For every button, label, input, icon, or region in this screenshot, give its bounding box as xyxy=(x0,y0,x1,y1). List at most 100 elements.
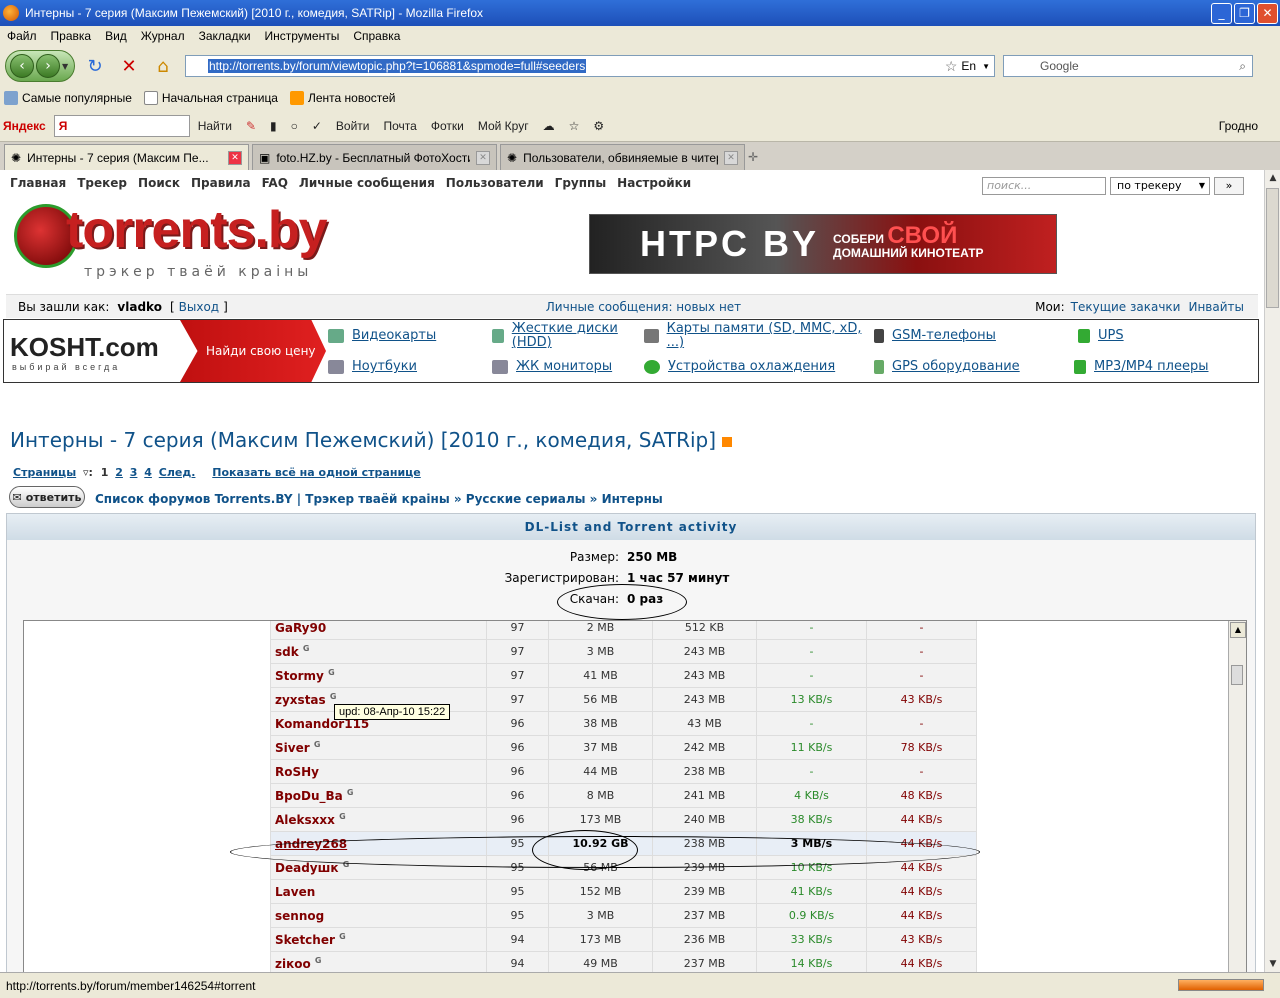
ad-link-cooling[interactable]: Устройства охлаждения xyxy=(644,359,835,374)
nav-users[interactable]: Пользователи xyxy=(446,176,544,190)
forward-icon[interactable]: › xyxy=(36,54,60,78)
ad-link-videocards[interactable]: Видеокарты xyxy=(328,328,436,343)
page-link[interactable]: 2 xyxy=(115,466,123,479)
seeder-name[interactable]: Laven xyxy=(270,879,487,904)
language-indicator[interactable]: En xyxy=(961,59,976,73)
pm-link[interactable]: Личные сообщения: новых нет xyxy=(546,300,741,314)
favorites-icon[interactable]: ☆ xyxy=(569,119,580,133)
reload-icon[interactable]: ↻ xyxy=(81,56,109,77)
yandex-logo[interactable]: Яндекс xyxy=(3,119,46,133)
htpc-banner[interactable]: HTPC BY СОБЕРИ СВОЙ ДОМАШНИЙ КИНОТЕАТР xyxy=(589,214,1057,274)
seeder-name[interactable]: ziкoo G xyxy=(270,951,487,972)
signal-icon[interactable]: ▮ xyxy=(270,119,277,133)
seeder-name[interactable]: sdk G xyxy=(270,639,487,664)
seeder-name[interactable]: RoSHy xyxy=(270,759,487,784)
menu-edit[interactable]: Правка xyxy=(51,29,92,43)
seeder-name[interactable]: Sketcher G xyxy=(270,927,487,952)
menu-file[interactable]: Файл xyxy=(7,29,37,43)
seeder-name[interactable]: BpoDu_Ba G xyxy=(270,783,487,808)
site-search-go[interactable]: » xyxy=(1214,177,1244,195)
back-icon[interactable]: ‹ xyxy=(10,54,34,78)
site-search-input[interactable]: поиск... xyxy=(982,177,1106,195)
close-button[interactable]: ✕ xyxy=(1257,2,1278,24)
seeder-name[interactable]: Siver G xyxy=(270,735,487,760)
menu-bookmarks[interactable]: Закладки xyxy=(199,29,251,43)
ad-link-lcd[interactable]: ЖК мониторы xyxy=(492,359,612,374)
weather-icon[interactable]: ☁ xyxy=(543,119,555,133)
settings-gear-icon[interactable]: ⚙ xyxy=(593,119,604,133)
menu-view[interactable]: Вид xyxy=(105,29,127,43)
yandex-city[interactable]: Гродно xyxy=(1219,119,1258,133)
ad-link-notebooks[interactable]: Ноутбуки xyxy=(328,359,417,374)
seeder-name[interactable]: Stormy G xyxy=(270,663,487,688)
topic-title[interactable]: Интерны - 7 серия (Максим Пежемский) [20… xyxy=(10,428,733,452)
ad-link-memory-cards[interactable]: Карты памяти (SD, MMC, xD, ...) xyxy=(644,322,864,350)
tab-close-icon[interactable]: ✕ xyxy=(476,150,490,165)
minimize-button[interactable]: _ xyxy=(1211,2,1232,24)
seeder-name[interactable]: Aleksxxx G xyxy=(270,807,487,832)
menu-tools[interactable]: Инструменты xyxy=(265,29,340,43)
nav-tracker[interactable]: Трекер xyxy=(77,176,127,190)
tab-interny[interactable]: ✺ Интерны - 7 серия (Максим Пе... ✕ xyxy=(4,144,249,170)
magnifier-icon[interactable]: ⌕ xyxy=(1239,59,1246,74)
maximize-button[interactable]: ❐ xyxy=(1234,2,1255,24)
scroll-up-icon[interactable]: ▲ xyxy=(1230,622,1246,638)
check-icon[interactable]: ✓ xyxy=(312,119,322,133)
site-search-scope[interactable]: по трекеру ▼ xyxy=(1110,177,1210,195)
scroll-thumb[interactable] xyxy=(1231,665,1243,685)
logout-link[interactable]: Выход xyxy=(179,300,219,314)
page-scrollbar[interactable]: ▲ ▼ xyxy=(1264,170,1280,972)
rss-icon[interactable] xyxy=(722,436,733,447)
nav-groups[interactable]: Группы xyxy=(555,176,607,190)
show-all-link[interactable]: Показать всё на одной странице xyxy=(212,466,421,479)
kosht-cta[interactable]: Найди свою цену xyxy=(180,320,326,382)
chat-icon[interactable]: ○ xyxy=(291,119,298,133)
home-icon[interactable]: ⌂ xyxy=(149,56,177,77)
chevron-down-icon[interactable]: ▿: xyxy=(83,466,93,479)
bookmark-star-icon[interactable]: ☆ xyxy=(945,58,958,75)
yandex-search-input[interactable]: Я xyxy=(53,114,190,137)
kosht-logo[interactable]: KOSHT.com выбирай всегда xyxy=(10,332,159,372)
nav-search[interactable]: Поиск xyxy=(138,176,180,190)
kosht-ad[interactable]: KOSHT.com выбирай всегда Найди свою цену … xyxy=(3,319,1259,383)
nav-pm[interactable]: Личные сообщения xyxy=(299,176,435,190)
page-link[interactable]: 3 xyxy=(130,466,138,479)
url-bar[interactable]: http://torrents.by/forum/viewtopic.php?t… xyxy=(185,55,995,77)
pages-label[interactable]: Страницы xyxy=(13,466,76,479)
yandex-circle-button[interactable]: Мой Круг xyxy=(478,119,529,133)
tab-close-icon[interactable]: ✕ xyxy=(724,150,738,165)
bookmark-start-page[interactable]: Начальная страница xyxy=(143,91,278,105)
scroll-up-icon[interactable]: ▲ xyxy=(1265,170,1280,186)
new-tab-icon[interactable]: ✛ xyxy=(748,150,758,164)
ad-link-ups[interactable]: UPS xyxy=(1078,328,1124,343)
yandex-login-button[interactable]: Войти xyxy=(336,119,370,133)
web-search-input[interactable]: Google ⌕ xyxy=(1003,55,1253,77)
seeder-name[interactable]: sennog xyxy=(270,903,487,928)
scroll-down-icon[interactable]: ▼ xyxy=(1265,956,1280,972)
bookmark-news-feed[interactable]: Лента новостей xyxy=(289,91,395,105)
history-dropdown-icon[interactable]: ▼ xyxy=(62,62,68,71)
my-downloads-link[interactable]: Текущие закачки xyxy=(1071,300,1181,314)
seeders-scrollbar[interactable]: ▲ xyxy=(1228,621,1246,972)
yandex-find-button[interactable]: Найти xyxy=(198,119,232,133)
bookmark-most-visited[interactable]: Самые популярные xyxy=(4,91,132,105)
yandex-mail-button[interactable]: Почта xyxy=(384,119,417,133)
menu-help[interactable]: Справка xyxy=(353,29,400,43)
site-logo[interactable]: torrents.by трэкер тваёй краіны xyxy=(14,200,384,286)
username[interactable]: vladko xyxy=(117,300,162,314)
page-link[interactable]: 4 xyxy=(144,466,152,479)
nav-settings[interactable]: Настройки xyxy=(617,176,691,190)
ad-link-mp3[interactable]: MP3/MP4 плееры xyxy=(1074,359,1209,374)
url-dropdown-icon[interactable]: ▼ xyxy=(982,62,990,71)
tab-cheaters[interactable]: ✺ Пользователи, обвиняемые в читерс... ✕ xyxy=(500,144,745,170)
scroll-thumb[interactable] xyxy=(1266,188,1279,308)
reply-button[interactable]: ✉ ответить xyxy=(9,486,85,508)
pen-icon[interactable]: ✎ xyxy=(246,119,256,133)
ad-link-gps[interactable]: GPS оборудование xyxy=(874,359,1020,374)
seeder-name[interactable]: GaRy90 xyxy=(270,621,487,640)
stop-icon[interactable]: ✕ xyxy=(115,56,143,77)
nav-faq[interactable]: FAQ xyxy=(262,176,288,190)
menu-history[interactable]: Журнал xyxy=(141,29,185,43)
nav-rules[interactable]: Правила xyxy=(191,176,251,190)
breadcrumb[interactable]: Список форумов Torrents.BY | Трэкер тваё… xyxy=(95,492,663,506)
